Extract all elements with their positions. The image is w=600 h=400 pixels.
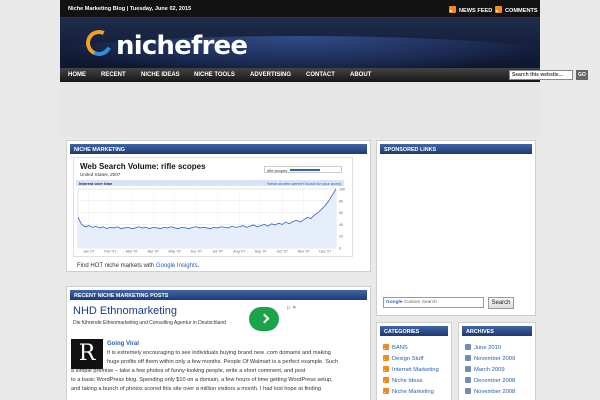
top-bar: Niche Marketing Blog | Tuesday, June 02,… — [60, 0, 540, 18]
x-tick-label: May '07 — [169, 250, 181, 254]
panel-heading: ARCHIVES — [462, 326, 532, 336]
post-title-link[interactable]: Going Viral — [107, 341, 139, 347]
post-line: It is extremely encouraging to see indiv… — [107, 350, 331, 356]
archive-item[interactable]: March 2009 — [465, 366, 505, 373]
categories-panel: CATEGORIES BANS Design Stuff Internet Ma… — [376, 322, 452, 400]
x-tick-label: Aug '07 — [233, 250, 245, 254]
page: Niche Marketing Blog | Tuesday, June 02,… — [0, 0, 600, 400]
post-line: a simple premise – take a few photos of … — [71, 368, 306, 374]
y-tick-label: 20 — [339, 235, 343, 239]
ad-arrow-button[interactable] — [249, 307, 279, 331]
rss-icon — [383, 388, 389, 394]
x-tick-label: Oct '07 — [277, 250, 288, 254]
y-tick-label: 80 — [339, 199, 343, 203]
post-line: and taking a bunch of photos scored this… — [71, 386, 321, 392]
archive-icon — [465, 377, 471, 383]
x-tick-label: Apr '07 — [148, 250, 159, 254]
custom-search-input[interactable]: Google Custom Search — [383, 297, 484, 308]
find-hot-text: Find HOT niche markets with Google Insig… — [77, 263, 200, 269]
sponsored-links-panel: SPONSORED LINKS Google Custom Search Sea… — [376, 140, 536, 316]
ad-banner-area — [60, 82, 540, 138]
chart-svg: 100 80 60 40 20 0 Jan '07 Feb '07 Mar '07 Apr '07… — [77, 188, 345, 254]
search-input[interactable]: Search this website... — [509, 70, 573, 80]
go-button[interactable]: GO — [576, 70, 588, 80]
rss-icon — [383, 355, 389, 361]
archive-icon — [465, 366, 471, 372]
x-tick-label: Mar '07 — [126, 250, 138, 254]
panel-heading: CATEGORIES — [380, 326, 448, 336]
panel-heading: NICHE MARKETING — [70, 144, 367, 154]
rss-icon — [449, 6, 456, 13]
nav-advertising[interactable]: ADVERTISING — [250, 72, 291, 78]
niche-marketing-panel: NICHE MARKETING Web Search Volume: rifle… — [66, 140, 371, 272]
post-line: to a basic WordPress blog. Spending only… — [71, 377, 333, 383]
blog-date: Niche Marketing Blog | Tuesday, June 02,… — [68, 6, 192, 12]
archive-item[interactable]: November 2009 — [465, 355, 515, 362]
search-button[interactable]: Search — [488, 297, 514, 309]
nav-about[interactable]: ABOUT — [350, 72, 371, 78]
google-insights-link[interactable]: Google Insights — [156, 263, 198, 269]
category-item[interactable]: Internet Marketing — [383, 366, 439, 373]
category-item[interactable]: Niche Marketing — [383, 388, 434, 395]
adchoices-icon[interactable]: ▷ ✕ — [287, 305, 296, 311]
x-tick-label: Jul '07 — [213, 250, 223, 254]
post-line: huge profits off them within only a few … — [107, 359, 339, 365]
search-volume-chart: Web Search Volume: rifle scopes United S… — [73, 157, 353, 257]
y-tick-label: 40 — [339, 223, 343, 227]
archive-icon — [465, 388, 471, 394]
rss-icon — [383, 377, 389, 383]
panel-heading: SPONSORED LINKS — [380, 144, 532, 154]
nav-home[interactable]: HOME — [68, 72, 86, 78]
recent-posts-panel: RECENT NICHE MARKETING POSTS NHD Ethnoma… — [66, 286, 371, 400]
comments-feed-link[interactable]: COMMENTS — [495, 6, 538, 14]
x-tick-label: Sep '07 — [255, 250, 267, 254]
post-excerpt: R Going Viral It is extremely encouragin… — [71, 339, 338, 400]
y-tick-label: 0 — [339, 247, 341, 251]
news-feed-link[interactable]: NEWS FEED — [449, 6, 492, 14]
archive-icon — [465, 344, 471, 350]
nav-contact[interactable]: CONTACT — [306, 72, 335, 78]
nav-recent[interactable]: RECENT — [101, 72, 126, 78]
x-tick-label: Feb '07 — [104, 250, 116, 254]
category-item[interactable]: Design Stuff — [383, 355, 423, 362]
main-nav: HOME RECENT NICHE IDEAS NICHE TOOLS ADVE… — [60, 68, 588, 82]
archives-panel: ARCHIVES June 2010 November 2009 March 2… — [458, 322, 536, 400]
rss-icon — [495, 6, 502, 13]
site-header: nichefree — [60, 18, 540, 68]
y-tick-label: 100 — [339, 188, 345, 192]
category-item[interactable]: BANS — [383, 344, 408, 351]
nav-niche-tools[interactable]: NICHE TOOLS — [194, 72, 235, 78]
x-tick-label: Nov '07 — [298, 250, 310, 254]
rss-icon — [383, 366, 389, 372]
x-tick-label: Jan '07 — [83, 250, 94, 254]
logo-text: nichefree — [116, 31, 248, 61]
x-tick-label: Dec '07 — [319, 250, 331, 254]
post-initial: R — [71, 339, 103, 369]
category-item[interactable]: Niche Ideas — [383, 377, 423, 384]
archive-icon — [465, 355, 471, 361]
x-tick-label: Jun '07 — [191, 250, 202, 254]
archive-item[interactable]: November 2008 — [465, 388, 515, 395]
panel-heading: RECENT NICHE MARKETING POSTS — [70, 290, 367, 300]
nav-niche-ideas[interactable]: NICHE IDEAS — [141, 72, 180, 78]
rss-icon — [383, 344, 389, 350]
y-tick-label: 60 — [339, 211, 343, 215]
google-logo: Google — [386, 300, 403, 305]
archive-item[interactable]: December 2008 — [465, 377, 515, 384]
archive-item[interactable]: June 2010 — [465, 344, 501, 351]
